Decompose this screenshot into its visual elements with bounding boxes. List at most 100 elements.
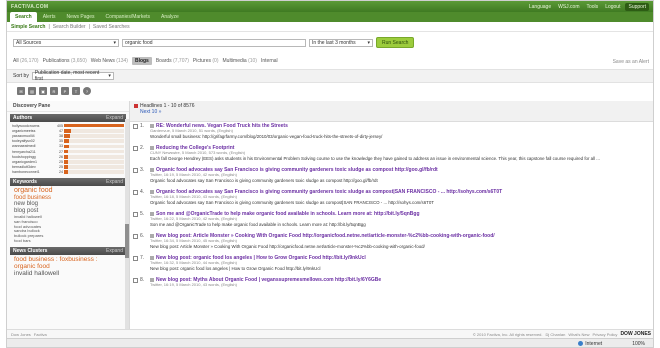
main-area: Discovery Pane Authors Expand hollywoodc… <box>7 101 653 341</box>
logout-link[interactable]: Logout <box>603 4 622 10</box>
subnav-divider: | <box>88 23 90 30</box>
print-icon[interactable]: ▤ <box>28 87 36 95</box>
author-bar <box>64 128 72 133</box>
author-row[interactable]: hamboneconnel1 24 <box>12 170 124 175</box>
copyright-text: © 2010 Factiva, Inc. All rights reserved… <box>472 331 543 337</box>
result-checkbox[interactable] <box>133 212 138 217</box>
document-icon <box>150 277 154 282</box>
author-bar <box>64 134 70 138</box>
subtab-simple-search[interactable]: Simple Search <box>11 24 45 30</box>
dow-jones-logo: DOW JONES <box>620 331 651 337</box>
result-checkbox[interactable] <box>133 146 138 151</box>
tab-analyze[interactable]: Analyze <box>156 12 184 22</box>
chevron-down-icon: ▾ <box>108 73 111 79</box>
tab-companies-markets[interactable]: Companies/Markets <box>101 12 155 22</box>
result-snippet: Son me and @OrganicTrade to help make or… <box>150 221 366 227</box>
source-value: All Sources <box>16 39 42 46</box>
tab-search[interactable]: Search <box>10 12 37 22</box>
zoom-level[interactable]: 100% <box>632 341 645 347</box>
translate-icon[interactable]: T <box>72 87 80 95</box>
document-icon <box>150 233 154 238</box>
footer-link[interactable]: Dj Chanlan <box>546 332 566 337</box>
filter-all[interactable]: All (26,170) <box>13 58 39 64</box>
author-bar-track <box>64 160 124 164</box>
author-name: bernadlutt3dev <box>12 165 36 170</box>
run-search-button[interactable]: Run Search <box>376 37 415 48</box>
result-snippet: Wonderful small business: http://grifagr… <box>150 133 383 139</box>
rtf-icon[interactable]: R <box>50 87 58 95</box>
authors-section: Authors Expand hollywoodcrowns 405 organic… <box>10 114 126 176</box>
main-nav: Search Alerts News Pages Companies/Marke… <box>7 12 653 22</box>
subtab-search-builder[interactable]: Search Builder <box>53 24 86 30</box>
save-icon[interactable]: ▣ <box>39 87 47 95</box>
next-page-link[interactable]: Next 10 » <box>140 109 194 115</box>
result-number: 2. <box>140 145 145 151</box>
scrollbar-thumb[interactable] <box>125 224 129 258</box>
cluster-item[interactable]: food business : foxbusiness : <box>14 256 122 263</box>
email-icon[interactable]: ✉ <box>17 87 25 95</box>
footer-link[interactable]: What's New <box>568 332 589 337</box>
filter-boards[interactable]: Boards (7,707) <box>156 58 189 64</box>
result-checkbox[interactable] <box>133 124 138 129</box>
search-input[interactable]: organic food <box>122 38 306 47</box>
source-select[interactable]: All Sources ▾ <box>13 38 119 47</box>
footer-dow-jones[interactable]: Dow Jones <box>11 332 31 337</box>
result-item: 7. New blog post: organic food los angele… <box>130 254 653 276</box>
top-bar: FACTIVA.COM Language WSJ.com Tools Logou… <box>7 1 653 12</box>
author-count: 38 <box>59 133 63 138</box>
results-pane: Headlines 1 - 10 of 8576 Next 10 » 1. RE:… <box>130 101 653 341</box>
footer-factiva[interactable]: Factiva <box>34 332 47 337</box>
cluster-item[interactable]: invalid hallowell <box>14 270 122 277</box>
author-count: 33 <box>59 144 63 149</box>
author-count: 47 <box>59 128 63 133</box>
sidebar-scrollbar[interactable] <box>125 119 129 329</box>
save-alert-link[interactable]: Save as an Alert <box>613 59 649 65</box>
filter-web-news[interactable]: Web News (134) <box>91 58 128 64</box>
result-checkbox[interactable] <box>133 168 138 173</box>
author-count: 405 <box>57 123 63 128</box>
tab-alerts[interactable]: Alerts <box>38 12 61 22</box>
keyword-item[interactable]: food bars <box>14 238 122 244</box>
keyword-item[interactable]: food business <box>14 195 122 202</box>
date-range-select[interactable]: In the last 3 months ▾ <box>309 38 373 47</box>
sort-select[interactable]: Publication date, most recent first ▾ <box>31 70 114 82</box>
result-checkbox[interactable] <box>133 234 138 239</box>
filter-multimedia[interactable]: Multimedia (10) <box>223 58 257 64</box>
author-name: yaxazcmuolli4 <box>12 133 35 138</box>
filter-publications[interactable]: Publications (3,650) <box>43 58 87 64</box>
filter-pictures[interactable]: Pictures (0) <box>193 58 219 64</box>
language-link[interactable]: Language <box>527 4 553 10</box>
clusters-section: News Clusters Expand food business : fox… <box>10 246 126 279</box>
filter-blogs[interactable]: Blogs <box>131 57 152 65</box>
subtab-saved-searches[interactable]: Saved Searches <box>93 24 130 30</box>
keywords-header[interactable]: Keywords Expand <box>10 177 126 186</box>
tools-link[interactable]: Tools <box>585 4 601 10</box>
result-item: 1. RE: Wonderful news. Vegan Food Truck h… <box>130 122 653 144</box>
result-number: 3. <box>140 167 145 173</box>
result-meta: Twitter, 16:19, 5 March 2010, 43 words, … <box>150 283 237 287</box>
expand-link[interactable]: Expand <box>106 179 123 185</box>
author-name: hollywoodcrowns <box>12 123 40 128</box>
sort-row: Sort by Publication date, most recent fi… <box>7 69 653 83</box>
filter-internal[interactable]: Internal <box>261 58 278 64</box>
pdf-icon[interactable]: P <box>61 87 69 95</box>
clusters-header[interactable]: News Clusters Expand <box>10 246 126 255</box>
top-links: Language WSJ.com Tools Logout Support <box>527 2 649 11</box>
sort-label: Sort by <box>13 73 29 79</box>
expand-link[interactable]: Expand <box>106 115 123 121</box>
result-checkbox[interactable] <box>133 190 138 195</box>
author-name: foodshoppingg <box>12 154 36 159</box>
expand-link[interactable]: Expand <box>106 248 123 254</box>
keyword-item[interactable]: new blog <box>14 201 122 208</box>
authors-header[interactable]: Authors Expand <box>10 114 126 122</box>
result-checkbox[interactable] <box>133 256 138 261</box>
keyword-item[interactable]: organic food <box>14 187 122 195</box>
help-icon[interactable]: ? <box>83 87 91 95</box>
wsj-link[interactable]: WSJ.com <box>556 4 581 10</box>
support-link[interactable]: Support <box>625 2 649 11</box>
cluster-item[interactable]: organic food <box>14 263 122 270</box>
tab-news-pages[interactable]: News Pages <box>61 12 99 22</box>
footer-link[interactable]: Privacy Policy <box>593 332 618 337</box>
document-icon <box>150 255 154 260</box>
result-checkbox[interactable] <box>133 278 138 283</box>
